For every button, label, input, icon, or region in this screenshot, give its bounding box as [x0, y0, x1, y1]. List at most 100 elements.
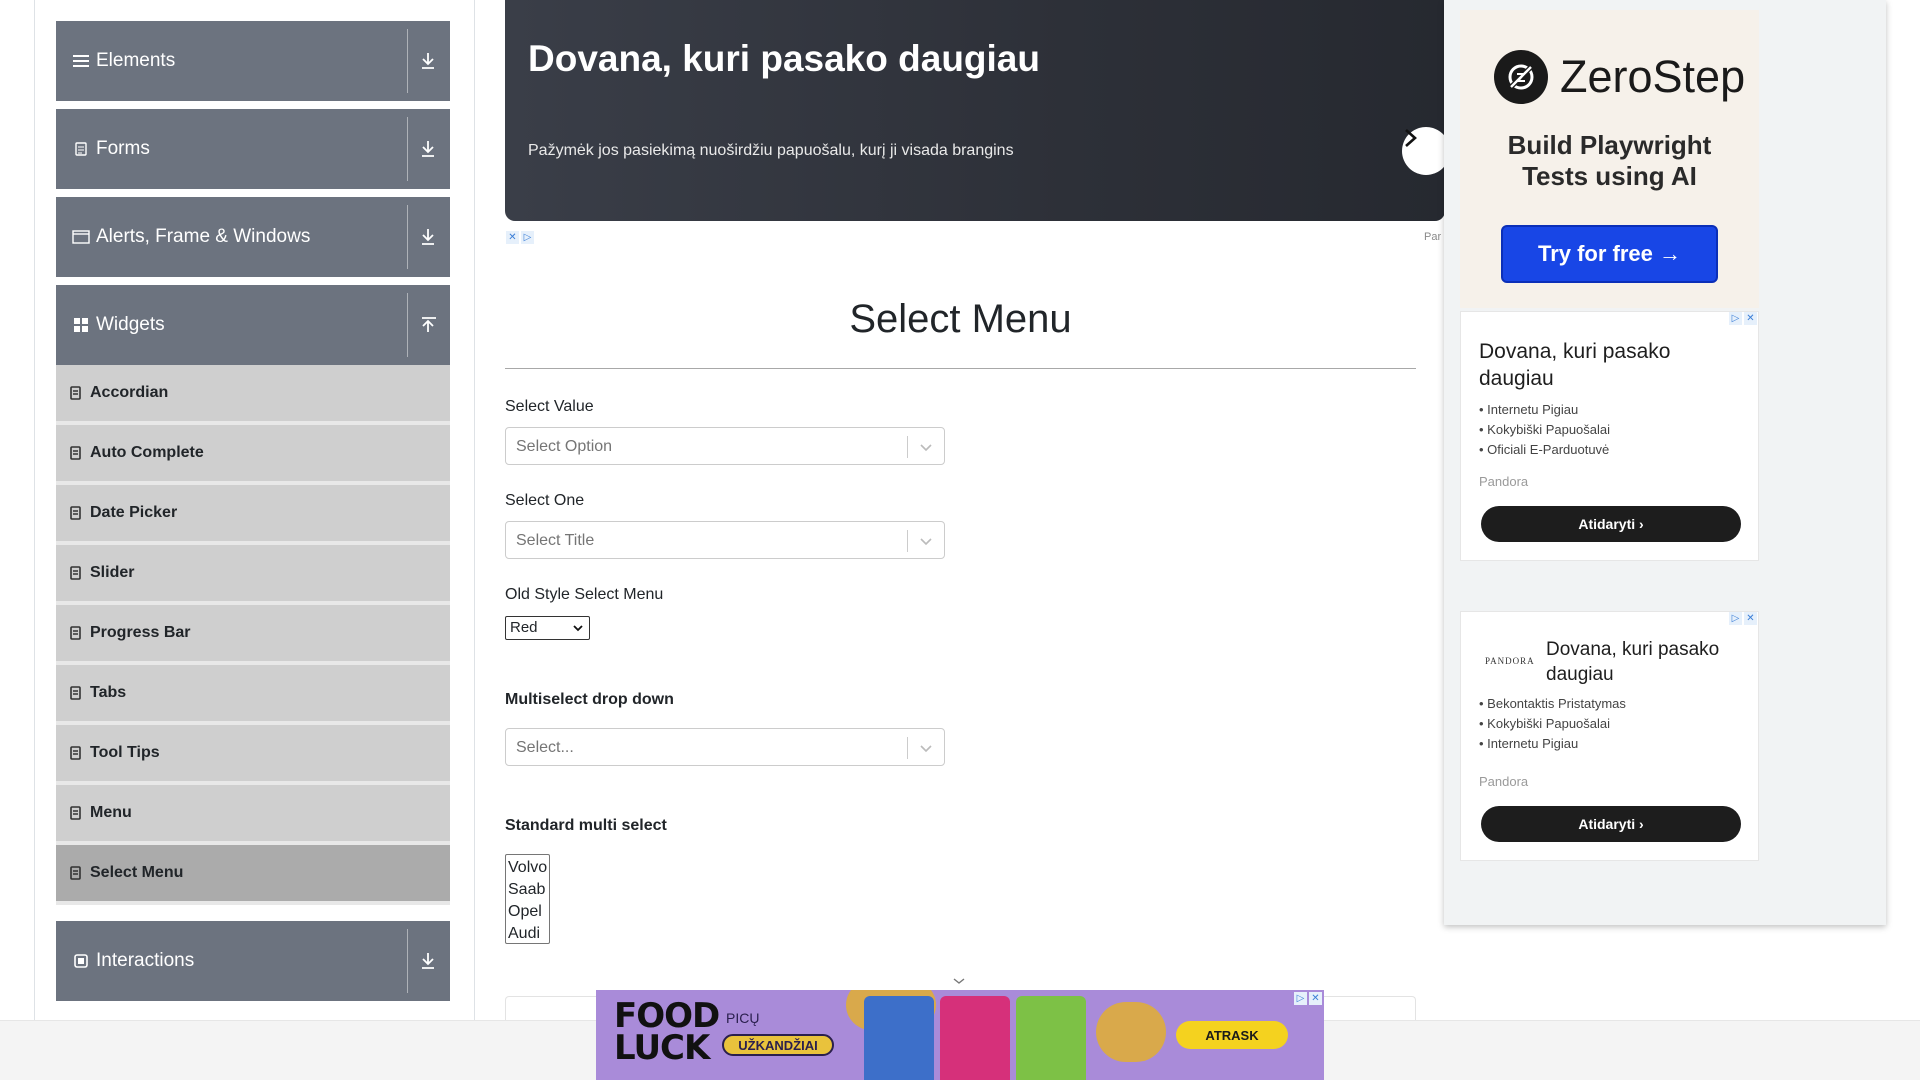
close-icon[interactable]: ✕ [506, 231, 519, 244]
divider [407, 117, 408, 181]
select-one-label: Select One [505, 492, 585, 509]
snack-pack-blue [864, 996, 934, 1080]
banner-title: Dovana, kuri pasako daugiau [528, 38, 1040, 79]
expand-download-icon[interactable] [416, 137, 440, 161]
select-value-dropdown[interactable]: Select Option [505, 427, 945, 465]
zerostep-ad[interactable]: ZeroStep Build Playwright Tests using AI… [1460, 10, 1759, 308]
divider [907, 530, 908, 552]
expand-download-icon[interactable] [416, 49, 440, 73]
banner-subtitle: Pažymėk jos pasiekimą nuoširdžiu papuoša… [528, 142, 1014, 159]
list-icon [70, 866, 82, 880]
page: Elements Forms Alerts, Frame & Windows W… [0, 0, 1920, 1080]
menu-item-label: Tabs [90, 684, 127, 701]
menu-item-slider[interactable]: Slider [56, 545, 450, 605]
pandora-ad-bullets: Internetu Pigiau Kokybiški Papuošalai Of… [1479, 400, 1610, 460]
zerostep-line2: Tests using AI [1522, 161, 1697, 191]
collapse-upload-icon[interactable] [416, 313, 440, 337]
pandora-ad-title: Dovana, kuri pasako daugiau [1546, 639, 1720, 685]
option[interactable]: Saab [508, 879, 547, 901]
menu-item-tabs[interactable]: Tabs [56, 665, 450, 725]
bullet: Kokybiški Papuošalai [1479, 714, 1626, 734]
chevron-down-icon[interactable] [952, 976, 966, 986]
ad-choices[interactable]: ✕ ▷ [506, 231, 534, 244]
interactions-icon [72, 952, 90, 970]
menu-item-tool-tips[interactable]: Tool Tips [56, 725, 450, 785]
group-interactions[interactable]: Interactions [56, 921, 450, 1001]
menu-item-label: Auto Complete [90, 444, 204, 461]
group-label: Forms [96, 138, 150, 159]
zerostep-logo: ZeroStep [1494, 50, 1745, 104]
group-forms[interactable]: Forms [56, 109, 450, 189]
pandora-ad-bullets: Bekontaktis Pristatymas Kokybiški Papuoš… [1479, 694, 1626, 754]
multiselect-dropdown[interactable]: Select... [505, 728, 945, 766]
chevron-down-icon [920, 444, 932, 452]
group-alerts-frame-windows[interactable]: Alerts, Frame & Windows [56, 197, 450, 277]
option[interactable]: Volvo [508, 857, 547, 879]
old-style-select[interactable]: Red [505, 616, 590, 640]
option[interactable]: Audi [508, 923, 547, 945]
snack-pack-pink [940, 996, 1010, 1080]
old-select-value: Red [510, 619, 538, 636]
list-icon [70, 686, 82, 700]
adchoices-icon[interactable]: ▷ [521, 231, 534, 244]
atidaryti-button[interactable]: Atidaryti › [1481, 506, 1741, 542]
left-sidebar: Elements Forms Alerts, Frame & Windows W… [56, 21, 450, 1009]
bullet: Internetu Pigiau [1479, 400, 1610, 420]
top-banner-ad[interactable]: Dovana, kuri pasako daugiau Pažymėk jos … [505, 0, 1445, 221]
bullet: Oficiali E-Parduotuvė [1479, 440, 1610, 460]
atidaryti-button[interactable]: Atidaryti › [1481, 806, 1741, 842]
select-one-dropdown[interactable]: Select Title [505, 521, 945, 559]
form-icon [72, 140, 90, 158]
close-icon[interactable]: ✕ [1744, 612, 1757, 625]
atrask-button[interactable]: ATRASK [1176, 1021, 1288, 1049]
bullet: Bekontaktis Pristatymas [1479, 694, 1626, 714]
pandora-ad-2[interactable]: ▷ ✕ PANDORA Dovana, kuri pasako daugiau … [1460, 611, 1759, 861]
pandora-ad-1[interactable]: ▷ ✕ Dovana, kuri pasako daugiau Internet… [1460, 311, 1759, 561]
list-icon [70, 446, 82, 460]
zerostep-headline: Build Playwright Tests using AI [1460, 130, 1759, 192]
menu-item-label: Progress Bar [90, 624, 191, 641]
pandora-logo: PANDORA [1485, 656, 1535, 666]
ad-choices[interactable]: ▷ ✕ [1729, 312, 1757, 325]
adchoices-icon[interactable]: ▷ [1729, 612, 1742, 625]
menu-item-menu[interactable]: Menu [56, 785, 450, 845]
divider [407, 205, 408, 269]
menu-item-label: Accordian [90, 384, 169, 401]
old-style-select-label: Old Style Select Menu [505, 586, 664, 603]
food-tag-uzkandziai: UŽKANDŽIAI [722, 1034, 834, 1056]
menu-item-select-menu[interactable]: Select Menu [56, 845, 450, 905]
ad-choices[interactable]: ▷ ✕ [1729, 612, 1757, 625]
close-icon[interactable]: ✕ [1309, 992, 1322, 1005]
menu-item-label: Select Menu [90, 864, 184, 881]
menu-item-accordian[interactable]: Accordian [56, 365, 450, 425]
list-icon [70, 566, 82, 580]
menu-item-auto-complete[interactable]: Auto Complete [56, 425, 450, 485]
close-icon[interactable]: ✕ [1744, 312, 1757, 325]
group-label: Alerts, Frame & Windows [96, 226, 311, 247]
expand-download-icon[interactable] [416, 949, 440, 973]
adchoices-icon[interactable]: ▷ [1729, 312, 1742, 325]
page-title: Select Menu [849, 297, 1072, 341]
group-widgets[interactable]: Widgets [56, 285, 450, 365]
option[interactable]: Opel [508, 901, 547, 923]
food-luck-logo: FOOD LUCK [614, 999, 720, 1065]
pandora-brand: Pandora [1479, 474, 1529, 489]
adchoices-icon[interactable]: ▷ [1294, 992, 1307, 1005]
food-tag-picu: PICŲ [726, 1010, 760, 1026]
food-luck-ad[interactable]: FOOD LUCK PICŲ UŽKANDŽIAI ATRASK ▷ ✕ [596, 990, 1324, 1080]
menu-item-progress-bar[interactable]: Progress Bar [56, 605, 450, 665]
banner-next-button[interactable] [1402, 127, 1450, 175]
menu-item-date-picker[interactable]: Date Picker [56, 485, 450, 545]
expand-download-icon[interactable] [416, 225, 440, 249]
widgets-menu-list: Accordian Auto Complete Date Picker Slid… [56, 365, 450, 905]
try-for-free-button[interactable]: Try for free → [1501, 225, 1718, 283]
pastry-image [1096, 1002, 1166, 1062]
group-elements[interactable]: Elements [56, 21, 450, 101]
ad-choices[interactable]: ▷ ✕ [1294, 992, 1322, 1005]
zerostep-logo-icon [1494, 50, 1548, 104]
standard-multi-select[interactable]: Volvo Saab Opel Audi [505, 854, 550, 944]
zerostep-brand: ZeroStep [1560, 51, 1746, 102]
chevron-down-icon [920, 538, 932, 546]
divider [407, 929, 408, 993]
window-icon [72, 228, 90, 246]
